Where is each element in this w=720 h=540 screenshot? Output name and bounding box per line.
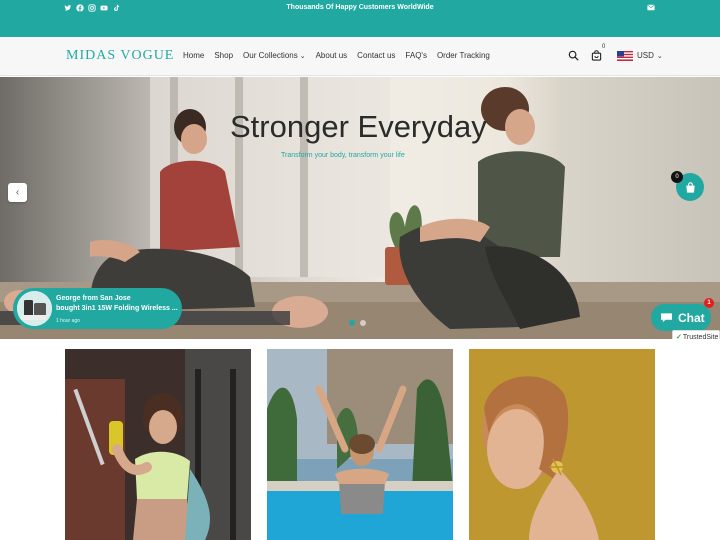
- hero-title: Stronger Everyday: [230, 109, 487, 144]
- us-flag-icon[interactable]: [617, 50, 633, 61]
- chevron-left-icon: ‹: [15, 187, 20, 198]
- nav-shop[interactable]: Shop: [214, 51, 233, 60]
- shopping-bag-icon: [591, 50, 602, 61]
- cart-count: 0: [602, 44, 606, 50]
- site-logo[interactable]: MIDAS VOGUE: [66, 48, 174, 64]
- mail-icon[interactable]: [647, 4, 655, 11]
- product-card-portrait[interactable]: [469, 349, 655, 540]
- popup-customer: George from San Jose: [56, 295, 131, 302]
- slide-dot[interactable]: [360, 320, 366, 326]
- woman-portrait-image: [469, 349, 655, 540]
- slide-prev-button[interactable]: ‹: [8, 183, 27, 202]
- nav-our-collections-label: Our Collections: [243, 51, 298, 60]
- announcement-bar: Thousands Of Happy Customers WorldWide: [0, 0, 720, 37]
- nav-order-tracking[interactable]: Order Tracking: [437, 51, 490, 60]
- search-icon[interactable]: [568, 50, 579, 61]
- currency-label: USD: [637, 51, 654, 60]
- announcement-text: Thousands Of Happy Customers WorldWide: [286, 4, 434, 11]
- shopping-bag-icon: [685, 181, 695, 193]
- popup-time: 1 hour ago: [56, 318, 80, 324]
- chevron-down-icon: ⌄: [299, 53, 306, 60]
- nav-our-collections[interactable]: Our Collections ⌄: [243, 51, 306, 60]
- hero-subtitle: Transform your body, transform your life: [281, 152, 405, 159]
- popup-product: bought 3in1 15W Folding Wireless ...: [56, 305, 178, 312]
- site-header: MIDAS VOGUE Home Shop Our Collections ⌄ A…: [0, 37, 720, 76]
- nav-about-us[interactable]: About us: [316, 51, 348, 60]
- chat-button[interactable]: Chat: [651, 304, 711, 331]
- pool-yoga-image: [267, 349, 453, 540]
- nav-faqs[interactable]: FAQ's: [405, 51, 427, 60]
- gym-woman-image: [65, 349, 251, 540]
- product-card-pool[interactable]: [267, 349, 453, 540]
- product-thumbnail: [17, 291, 52, 326]
- cart-button[interactable]: 0: [591, 44, 605, 61]
- product-card-gym[interactable]: [65, 349, 251, 540]
- main-nav: Home Shop Our Collections ⌄ About us Cont…: [183, 51, 490, 60]
- nav-contact-us[interactable]: Contact us: [357, 51, 395, 60]
- chat-label: Chat: [678, 310, 705, 325]
- product-grid: [0, 339, 720, 540]
- slide-dot[interactable]: [349, 320, 355, 326]
- currency-selector[interactable]: USD ⌄: [637, 51, 663, 60]
- header-tools: 0 USD ⌄: [568, 44, 663, 61]
- nav-home[interactable]: Home: [183, 51, 204, 60]
- chevron-down-icon: ⌄: [656, 53, 663, 60]
- slide-dots: [349, 320, 366, 326]
- chat-badge: 1: [704, 298, 714, 308]
- floating-cart-count: 0: [671, 171, 683, 183]
- sales-notification-popup[interactable]: George from San Jose bought 3in1 15W Fol…: [13, 288, 182, 329]
- chat-bubble-icon: [661, 313, 672, 323]
